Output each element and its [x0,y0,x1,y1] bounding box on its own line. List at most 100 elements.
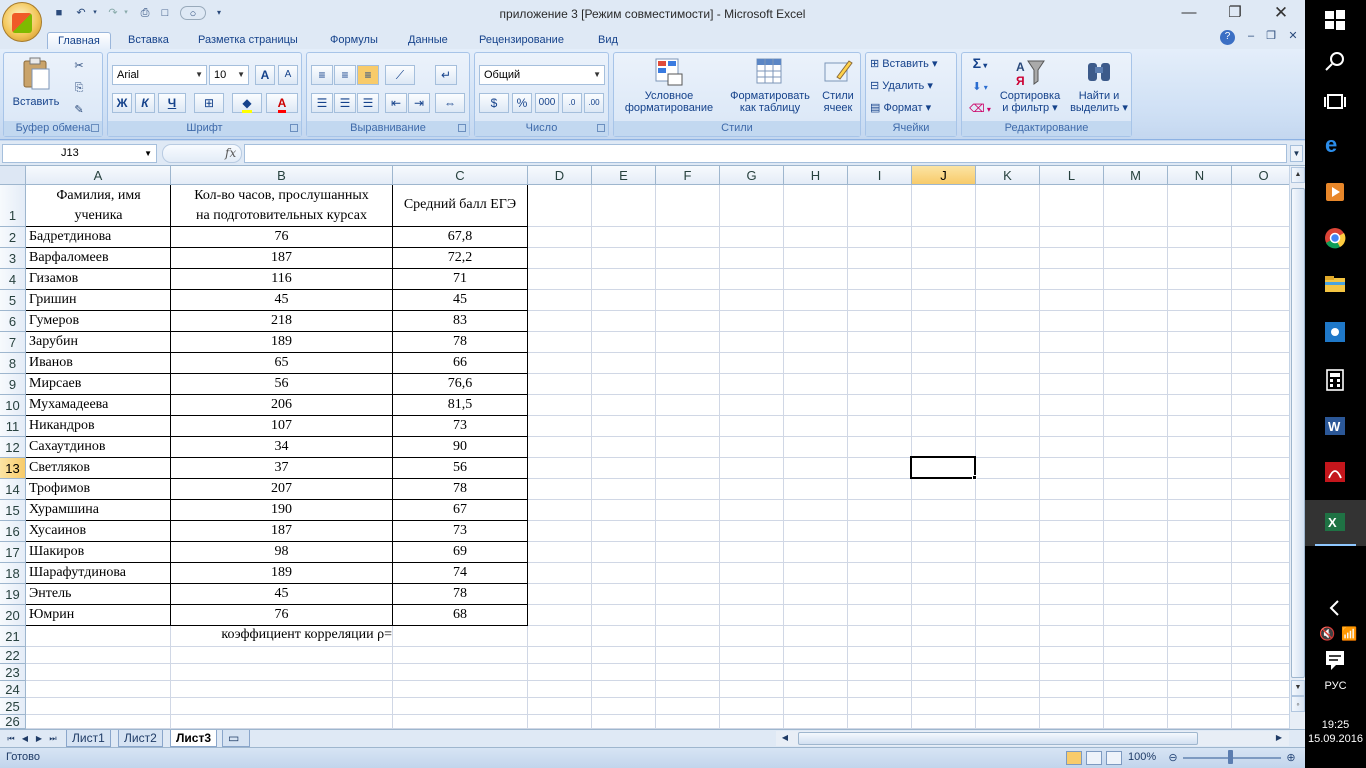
cell-name[interactable]: Гришин [27,292,170,308]
row-header-6[interactable]: 6 [0,311,26,332]
dialog-launcher-icon[interactable] [290,124,298,132]
cell-score[interactable]: 78 [393,334,527,350]
decrease-indent-button[interactable]: ⇤ [385,93,407,113]
cell-score[interactable]: 45 [393,292,527,308]
name-box[interactable]: J13 ▼ [2,144,157,163]
increase-decimal-button[interactable]: .0 [562,93,582,113]
active-cell-J13[interactable] [910,456,976,479]
row-header-14[interactable]: 14 [0,479,26,500]
orientation-button[interactable]: ⟋ [385,65,415,85]
align-bottom-button[interactable]: ≡ [357,65,379,85]
cell-score[interactable]: 68 [393,607,527,623]
thousands-button[interactable]: 000 [535,93,559,113]
merge-center-button[interactable]: ⇔ [435,93,465,113]
row-header-15[interactable]: 15 [0,500,26,521]
restore-icon[interactable]: ❐ [1212,0,1258,28]
office-button[interactable] [2,2,42,42]
row-header-13[interactable]: 13 [0,458,26,479]
cell-name[interactable]: Никандров [27,418,170,434]
decrease-decimal-button[interactable]: .00 [584,93,604,113]
cell-name[interactable]: Юмрин [27,607,170,623]
action-center-icon[interactable] [1323,648,1347,672]
cell-score[interactable]: 66 [393,355,527,371]
column-header-e[interactable]: E [592,166,656,185]
edge-browser-icon[interactable]: e [1323,132,1347,156]
cell-name[interactable]: Мирсаев [27,376,170,392]
cell-hours[interactable]: 189 [171,565,392,581]
file-explorer-icon[interactable] [1323,272,1347,296]
fill-button[interactable]: ⬇ ▾ [966,81,994,94]
paste-button[interactable]: Вставить [12,57,60,117]
cell-name[interactable]: Шакиров [27,544,170,560]
cell-name[interactable]: Бадретдинова [27,229,170,245]
last-sheet-icon[interactable]: ⏭ [46,732,60,745]
column-header-k[interactable]: K [976,166,1040,185]
help-icon[interactable]: ? [1220,30,1235,45]
show-hidden-icons-icon[interactable] [1323,596,1347,620]
column-header-j[interactable]: J [912,166,976,185]
currency-button[interactable]: $ [479,93,509,113]
font-size-select[interactable]: 10 ▼ [209,65,249,85]
prev-sheet-icon[interactable]: ◀ [18,732,32,745]
tab-data[interactable]: Данные [398,32,458,50]
cell-name[interactable]: Сахаутдинов [27,439,170,455]
number-format-select[interactable]: Общий ▼ [479,65,605,85]
column-header-f[interactable]: F [656,166,720,185]
cell-name[interactable]: Хурамшина [27,502,170,518]
wrap-text-button[interactable]: ↵ [435,65,457,85]
cell-score[interactable]: 81,5 [393,397,527,413]
row-header-11[interactable]: 11 [0,416,26,437]
cell-hours[interactable]: 76 [171,229,392,245]
dialog-launcher-icon[interactable] [91,124,99,132]
cut-icon[interactable]: ✂ [72,59,86,73]
fill-color-button[interactable]: ◆ [232,93,262,113]
cell-name[interactable]: Светляков [27,460,170,476]
volume-muted-icon[interactable]: 🔇 [1319,626,1335,642]
spreadsheet-grid[interactable]: ABCDEFGHIJKLMNO 1 2 3 4 5 6 7 8 9 10 11 12 13 14 15 16 1… [0,166,1289,729]
ribbon-restore-icon[interactable]: ❐ [1264,29,1278,43]
formula-input[interactable] [244,144,1287,163]
row-header-4[interactable]: 4 [0,269,26,290]
cell-score[interactable]: 56 [393,460,527,476]
cell-name[interactable]: Варфаломеев [27,250,170,266]
cell-name[interactable]: Трофимов [27,481,170,497]
cell-score[interactable]: 83 [393,313,527,329]
format-painter-icon[interactable]: ✎ [72,103,86,117]
bold-button[interactable]: Ж [112,93,132,113]
italic-button[interactable]: К [135,93,155,113]
ribbon-minimize-icon[interactable]: ‒ [1244,29,1258,43]
percent-button[interactable]: % [512,93,532,113]
cell-score[interactable]: 73 [393,418,527,434]
cell-score[interactable]: 69 [393,544,527,560]
font-color-button[interactable]: A [266,93,298,113]
row-header-8[interactable]: 8 [0,353,26,374]
tab-page-layout[interactable]: Разметка страницы [188,32,308,50]
zoom-level[interactable]: 100% [1128,751,1156,763]
row-header-24[interactable]: 24 [0,681,26,698]
vertical-scroll-thumb[interactable] [1291,188,1305,678]
windows-start-icon[interactable] [1323,8,1347,32]
cell-hours[interactable]: 189 [171,334,392,350]
delete-cells-button[interactable]: ⊟ Удалить ▾ [870,80,954,92]
autosum-button[interactable]: Σ ▾ [966,56,994,72]
page-break-view-icon[interactable] [1106,751,1122,765]
cell-hours[interactable]: 34 [171,439,392,455]
cell-score[interactable]: 78 [393,586,527,602]
dialog-launcher-icon[interactable] [597,124,605,132]
calculator-icon[interactable] [1323,368,1347,392]
cell-name[interactable]: Мухамадеева [27,397,170,413]
column-header-c[interactable]: C [393,166,528,185]
cell-score[interactable]: 67,8 [393,229,527,245]
cell-score[interactable]: 74 [393,565,527,581]
normal-view-icon[interactable] [1066,751,1082,765]
excel-icon[interactable]: X [1323,510,1347,534]
scroll-up-icon[interactable]: ▲ [1291,167,1305,183]
align-left-button[interactable]: ☰ [311,93,333,113]
format-cells-button[interactable]: ▤ Формат ▾ [870,102,954,114]
weather-app-icon[interactable] [1323,320,1347,344]
select-all-corner[interactable] [0,166,26,185]
row-header-5[interactable]: 5 [0,290,26,311]
zoom-slider-knob[interactable] [1228,750,1233,764]
next-sheet-icon[interactable]: ▶ [32,732,46,745]
underline-button[interactable]: Ч [158,93,186,113]
